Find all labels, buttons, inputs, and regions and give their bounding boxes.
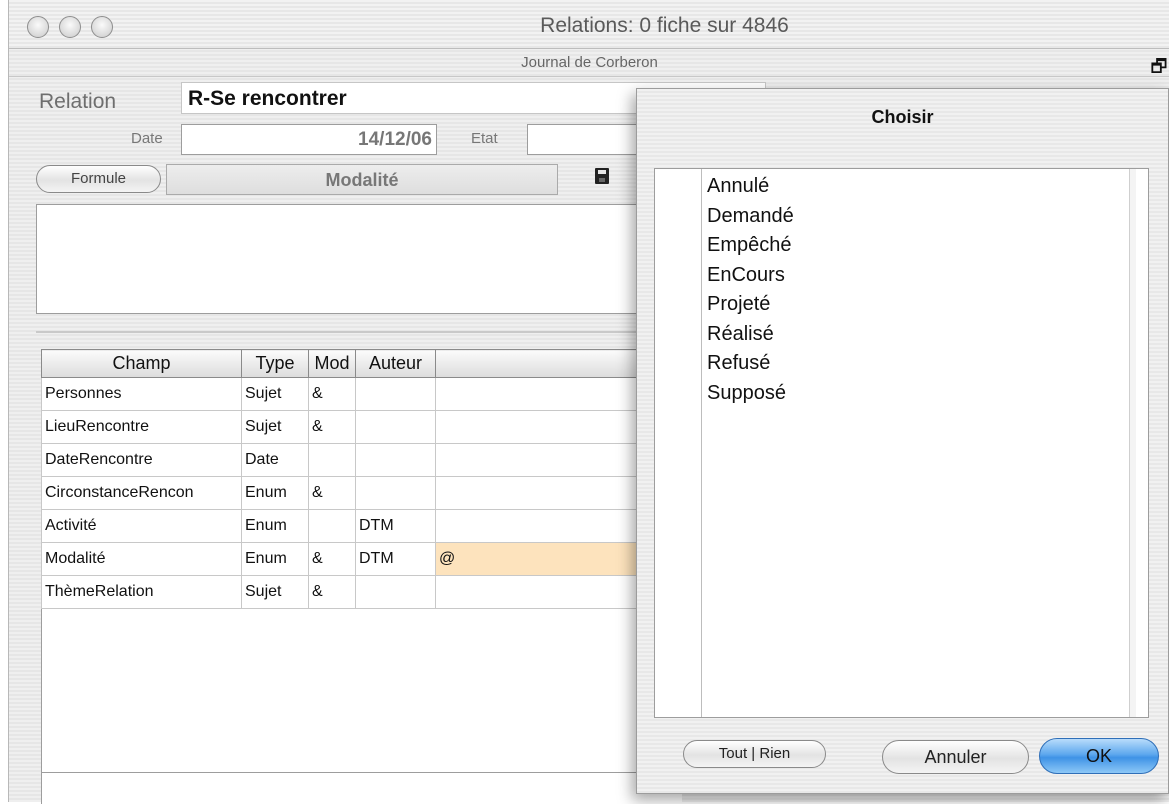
cell-extra[interactable]: @ (435, 542, 658, 576)
date-field[interactable]: 14/12/06 (181, 124, 437, 155)
cell-mod[interactable]: & (308, 410, 356, 444)
column-header-type[interactable]: Type (241, 349, 309, 378)
cell-extra[interactable] (435, 476, 658, 510)
list-item[interactable]: Réalisé (707, 320, 794, 350)
cell-type[interactable]: Enum (241, 476, 309, 510)
cell-auteur[interactable] (355, 377, 436, 411)
cell-auteur[interactable]: DTM (355, 542, 436, 576)
cell-extra[interactable] (435, 509, 658, 543)
cell-auteur[interactable] (355, 443, 436, 477)
table-row[interactable]: ThèmeRelation Sujet & (41, 575, 658, 609)
cell-mod[interactable]: & (308, 377, 356, 411)
table-row[interactable]: Personnes Sujet & (41, 377, 658, 411)
checkbox-column (701, 169, 702, 717)
cancel-button[interactable]: Annuler (882, 740, 1029, 774)
modalite-field[interactable]: Modalité (166, 164, 558, 195)
cell-champ[interactable]: Personnes (41, 377, 242, 411)
ok-button[interactable]: OK (1039, 738, 1159, 774)
fields-table: Champ Type Mod Auteur Personnes Sujet & … (41, 349, 658, 609)
table-row-selected[interactable]: Modalité Enum & DTM @ (41, 542, 658, 576)
window-title: Relations: 0 fiche sur 4846 (540, 14, 789, 37)
date-label: Date (131, 130, 163, 147)
cell-champ[interactable]: LieuRencontre (41, 410, 242, 444)
cell-extra[interactable] (435, 443, 658, 477)
stack-windows-icon[interactable]: 🗗 (1148, 54, 1169, 84)
column-header-extra[interactable] (435, 349, 658, 378)
cell-auteur[interactable] (355, 575, 436, 609)
date-value: 14/12/06 (358, 129, 432, 150)
title-bar: Relations: 0 fiche sur 4846 (9, 0, 1169, 49)
cell-auteur[interactable] (355, 410, 436, 444)
cell-mod[interactable]: & (308, 542, 356, 576)
column-header-mod[interactable]: Mod (308, 349, 356, 378)
column-header-champ[interactable]: Champ (41, 349, 242, 378)
list-item[interactable]: Demandé (707, 202, 794, 232)
column-header-auteur[interactable]: Auteur (355, 349, 436, 378)
table-row[interactable]: Activité Enum DTM (41, 509, 658, 543)
table-row[interactable]: DateRencontre Date (41, 443, 658, 477)
list-item[interactable]: Supposé (707, 379, 794, 409)
cell-extra[interactable] (435, 377, 658, 411)
list-scrollbar[interactable] (1129, 169, 1136, 717)
formule-button[interactable]: Formule (36, 165, 161, 193)
cell-mod[interactable] (308, 509, 356, 543)
subtitle-bar: Journal de Corberon (9, 48, 1169, 77)
cell-type[interactable]: Sujet (241, 575, 309, 609)
cell-mod[interactable]: & (308, 575, 356, 609)
cell-champ[interactable]: CirconstanceRencon (41, 476, 242, 510)
choisir-dialog: Choisir Annulé Demandé Empêché EnCours P… (636, 88, 1169, 794)
dialog-title: Choisir (871, 107, 934, 127)
relation-label: Relation (39, 90, 117, 113)
table-row[interactable]: CirconstanceRencon Enum & (41, 476, 658, 510)
cell-extra[interactable] (435, 575, 658, 609)
cell-mod[interactable] (308, 443, 356, 477)
window-subtitle: Journal de Corberon (521, 54, 658, 71)
etat-label: Etat (471, 130, 498, 147)
cell-type[interactable]: Date (241, 443, 309, 477)
choice-list[interactable]: Annulé Demandé Empêché EnCours Projeté R… (654, 168, 1149, 718)
choice-items: Annulé Demandé Empêché EnCours Projeté R… (707, 172, 794, 408)
cell-mod[interactable]: & (308, 476, 356, 510)
table-bottom-border (41, 772, 681, 773)
floppy-disk-icon[interactable] (595, 168, 609, 184)
relation-value: R-Se rencontrer (188, 87, 347, 110)
list-item[interactable]: EnCours (707, 261, 794, 291)
table-row[interactable]: LieuRencontre Sujet & (41, 410, 658, 444)
list-item[interactable]: Annulé (707, 172, 794, 202)
list-item[interactable]: Refusé (707, 349, 794, 379)
cell-type[interactable]: Sujet (241, 410, 309, 444)
cell-type[interactable]: Sujet (241, 377, 309, 411)
tout-rien-button[interactable]: Tout | Rien (683, 740, 826, 768)
list-item[interactable]: Projeté (707, 290, 794, 320)
cell-auteur[interactable]: DTM (355, 509, 436, 543)
cell-auteur[interactable] (355, 476, 436, 510)
cell-champ[interactable]: DateRencontre (41, 443, 242, 477)
formula-textarea[interactable] (36, 204, 676, 314)
list-item[interactable]: Empêché (707, 231, 794, 261)
modalite-field-label: Modalité (325, 170, 399, 190)
cell-extra[interactable] (435, 410, 658, 444)
cell-champ[interactable]: Activité (41, 509, 242, 543)
cell-champ[interactable]: ThèmeRelation (41, 575, 242, 609)
cell-type[interactable]: Enum (241, 542, 309, 576)
cell-type[interactable]: Enum (241, 509, 309, 543)
cell-champ[interactable]: Modalité (41, 542, 242, 576)
